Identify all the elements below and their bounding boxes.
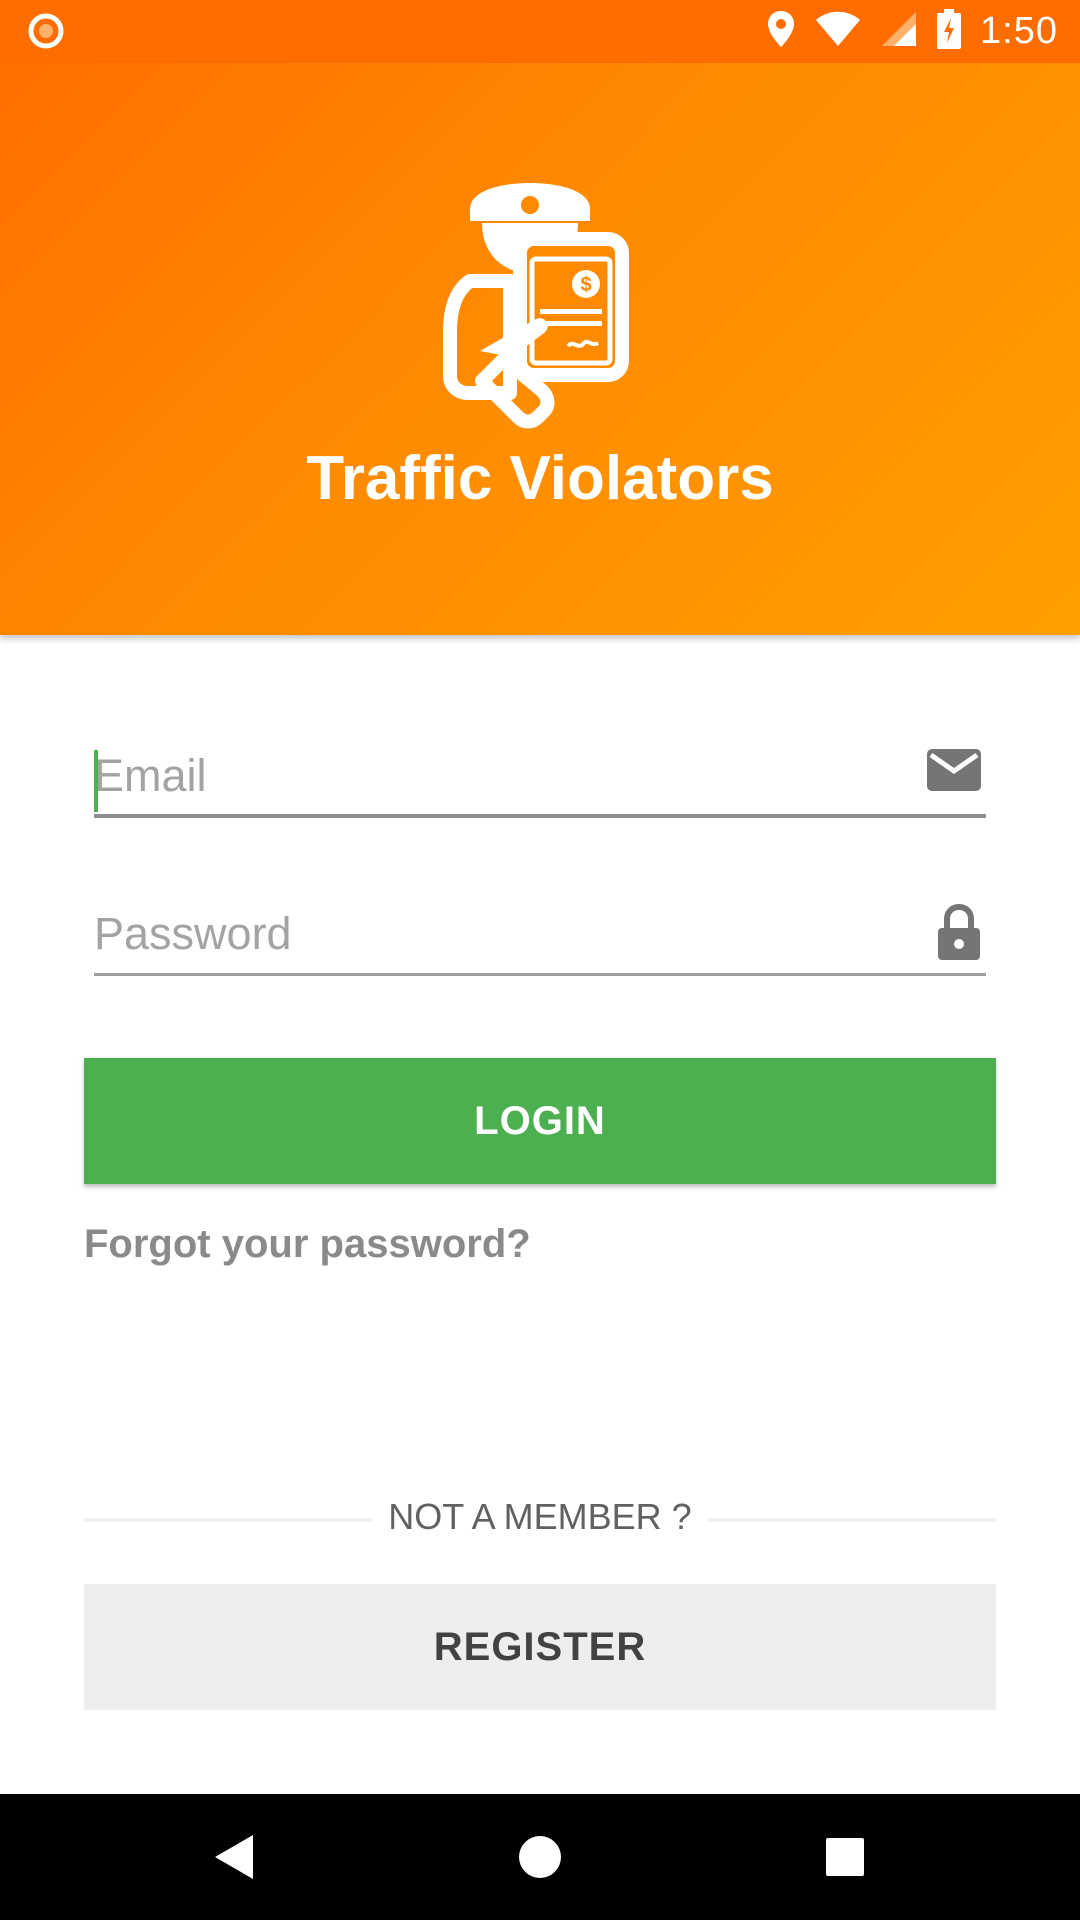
password-field-container[interactable] — [94, 896, 986, 976]
email-icon — [926, 748, 982, 797]
login-button[interactable]: LOGIN — [84, 1058, 996, 1184]
status-time: 1:50 — [980, 10, 1058, 52]
text-cursor — [94, 750, 98, 812]
home-icon[interactable] — [460, 1794, 620, 1920]
navigation-bar — [0, 1794, 1080, 1920]
traffic-officer-ticket-icon: $ — [440, 181, 640, 431]
password-underline — [94, 973, 986, 976]
svg-text:$: $ — [580, 274, 591, 296]
location-icon — [766, 9, 796, 54]
recording-icon — [28, 13, 64, 54]
email-field-container[interactable] — [94, 738, 986, 818]
battery-charging-icon — [936, 9, 962, 54]
divider-line-right — [708, 1518, 996, 1522]
register-button[interactable]: REGISTER — [84, 1584, 996, 1710]
password-input[interactable] — [94, 896, 894, 972]
recents-icon[interactable] — [765, 1794, 925, 1920]
wifi-icon — [814, 10, 862, 53]
status-bar: 1:50 — [0, 0, 1080, 63]
email-input[interactable] — [94, 738, 894, 814]
status-icons: 1:50 — [766, 0, 1058, 63]
lock-icon — [936, 903, 982, 967]
email-underline — [94, 814, 986, 818]
app-title: Traffic Violators — [306, 444, 774, 513]
forgot-password-link[interactable]: Forgot your password? — [84, 1222, 531, 1267]
app-header: $ Traffic Violators — [0, 63, 1080, 635]
back-icon[interactable] — [155, 1794, 315, 1920]
not-member-label: NOT A MEMBER ? — [388, 1496, 692, 1537]
signal-icon — [880, 10, 918, 53]
login-screen: 1:50 $ Traffic Violators Email LOGIN For… — [0, 0, 1080, 1920]
not-member-divider: NOT A MEMBER ? — [84, 1494, 996, 1544]
